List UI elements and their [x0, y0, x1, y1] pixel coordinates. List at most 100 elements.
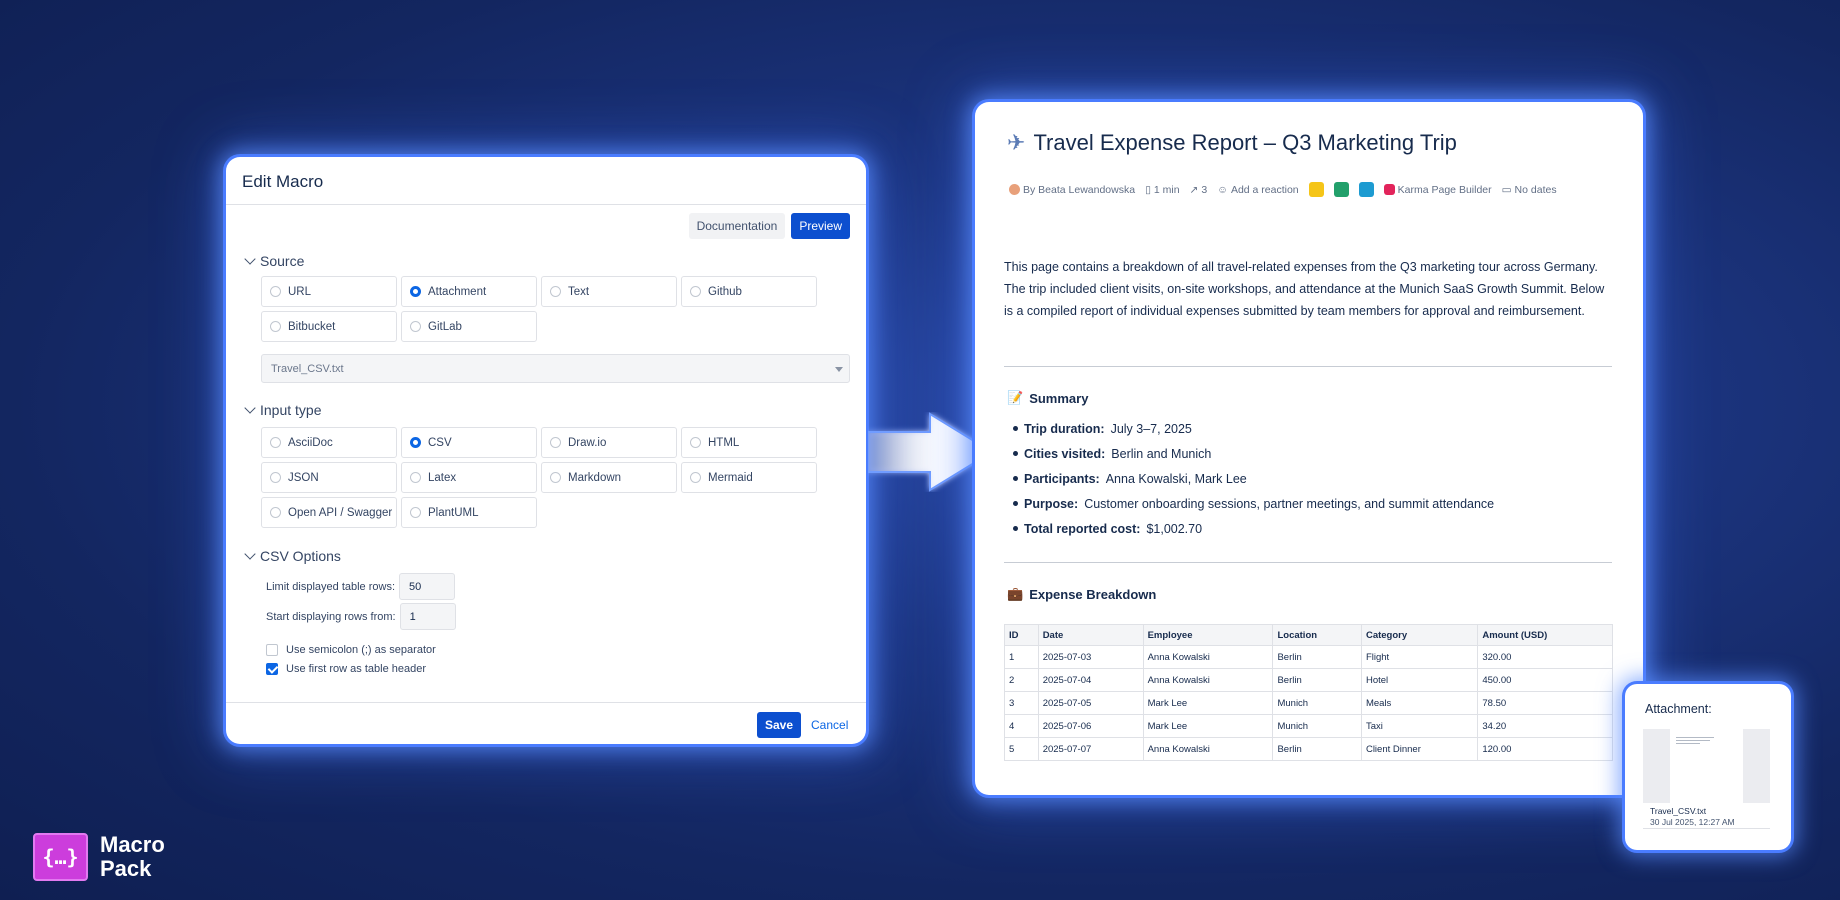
table-row: 1 2025-07-03 Anna Kowalski Berlin Flight 320.…	[1004, 645, 1613, 669]
author[interactable]: By Beata Lewandowska	[1009, 184, 1135, 196]
read-time-value: 1 min	[1153, 183, 1180, 196]
source-option-url[interactable]: URL	[261, 276, 397, 307]
attachment-select[interactable]: Travel_CSV.txt	[261, 354, 850, 383]
summary-item: Total reported cost: $1,002.70	[1013, 516, 1494, 541]
summary-item-label: Purpose:	[1024, 496, 1079, 511]
radio-button[interactable]	[270, 437, 281, 448]
input-type-option-label: CSV	[428, 436, 452, 449]
semicolon-checkbox[interactable]	[266, 644, 278, 656]
radio-button[interactable]	[410, 472, 421, 483]
attachment-file-name[interactable]: Travel_CSV.txt	[1650, 806, 1706, 816]
trend-icon: ↗	[1189, 183, 1199, 196]
input-type-option-html[interactable]: HTML	[681, 427, 817, 458]
source-option-label: Attachment	[428, 285, 487, 298]
start-row-input[interactable]: 1	[399, 603, 456, 630]
radio-button[interactable]	[550, 472, 561, 483]
page-title: Travel Expense Report – Q3 Marketing Tri…	[1033, 130, 1457, 155]
expense-breakdown-heading: Expense Breakdown	[1029, 586, 1157, 602]
source-option-github[interactable]: Github	[681, 276, 817, 307]
document-preview	[1670, 729, 1743, 803]
table-cell: Berlin	[1272, 645, 1362, 669]
radio-button[interactable]	[410, 507, 421, 518]
add-reaction-button[interactable]: ☺ Add a reaction	[1217, 184, 1298, 196]
input-type-option-latex[interactable]: Latex	[401, 462, 537, 493]
memo-icon: 📝	[1007, 390, 1024, 405]
radio-button[interactable]	[270, 286, 281, 297]
source-option-label: Github	[708, 285, 742, 298]
divider	[1004, 366, 1612, 367]
app-icon-yellow[interactable]	[1308, 182, 1324, 197]
brand-name-line2: Pack	[100, 856, 152, 881]
radio-button[interactable]	[550, 286, 561, 297]
radio-button[interactable]	[410, 321, 421, 332]
table-cell: 78.50	[1477, 691, 1613, 715]
input-type-option-json[interactable]: JSON	[261, 462, 397, 493]
table-header-cell: Location	[1272, 624, 1362, 646]
input-type-options: AsciiDoc CSV Draw.io HTML JSON Latex Markdown M…	[261, 427, 817, 528]
source-option-label: Text	[568, 285, 590, 298]
avatar	[1009, 184, 1020, 195]
radio-button[interactable]	[690, 286, 701, 297]
radio-button[interactable]	[270, 507, 281, 518]
preview-button[interactable]: Preview	[791, 213, 850, 239]
radio-button[interactable]	[410, 286, 421, 297]
table-row: 5 2025-07-07 Anna Kowalski Berlin Client Din…	[1004, 737, 1613, 761]
brand-name-line1: Macro	[100, 832, 165, 857]
summary-item-label: Participants:	[1024, 471, 1100, 486]
page-views[interactable]: ↗ 3	[1190, 184, 1208, 196]
input-type-option-draw-io[interactable]: Draw.io	[541, 427, 677, 458]
source-option-label: URL	[288, 285, 312, 298]
header-row-label: Use first row as table header	[286, 663, 427, 675]
input-type-section-toggle[interactable]: Input type	[244, 402, 322, 418]
limit-rows-label: Limit displayed table rows:	[266, 580, 396, 593]
input-type-option-plantuml[interactable]: PlantUML	[401, 497, 537, 528]
attachment-thumbnail[interactable]	[1643, 729, 1770, 803]
karma-page-builder[interactable]: Karma Page Builder	[1383, 184, 1492, 196]
radio-button[interactable]	[410, 437, 421, 448]
save-button[interactable]: Save	[757, 712, 802, 738]
table-cell: 2025-07-03	[1037, 645, 1144, 669]
documentation-button[interactable]: Documentation	[688, 213, 786, 239]
summary-item-value: Anna Kowalski, Mark Lee	[1105, 471, 1247, 486]
table-cell: 5	[1004, 737, 1039, 761]
summary-item: Participants: Anna Kowalski, Mark Lee	[1013, 466, 1494, 491]
radio-button[interactable]	[690, 437, 701, 448]
cancel-button[interactable]: Cancel	[811, 718, 848, 732]
summary-item: Trip duration: July 3–7, 2025	[1013, 416, 1494, 441]
input-type-option-csv[interactable]: CSV	[401, 427, 537, 458]
page-byline: By Beata Lewandowska ▯ 1 min ↗ 3 ☺ Add a…	[1009, 182, 1557, 197]
dates[interactable]: ▭ No dates	[1502, 184, 1557, 196]
source-heading: Source	[260, 253, 305, 269]
app-icon-blue[interactable]	[1358, 182, 1374, 197]
input-type-option-asciidoc[interactable]: AsciiDoc	[261, 427, 397, 458]
table-header-cell: Date	[1037, 624, 1144, 646]
limit-rows-input[interactable]: 50	[399, 573, 456, 600]
table-cell: Hotel	[1360, 668, 1479, 692]
source-option-text[interactable]: Text	[541, 276, 677, 307]
header-row-checkbox[interactable]	[266, 663, 278, 675]
radio-button[interactable]	[270, 321, 281, 332]
table-cell: Anna Kowalski	[1142, 668, 1274, 692]
table-cell: Meals	[1360, 691, 1479, 715]
app-icon-green-check[interactable]	[1333, 182, 1349, 197]
chevron-down-icon	[244, 253, 256, 265]
table-cell: Berlin	[1272, 737, 1362, 761]
source-option-gitlab[interactable]: GitLab	[401, 311, 537, 342]
csv-options-section-toggle[interactable]: CSV Options	[244, 548, 341, 564]
table-cell: Berlin	[1272, 668, 1362, 692]
attachment-label: Attachment:	[1645, 702, 1712, 716]
table-header-cell: ID	[1004, 624, 1039, 646]
input-type-option-markdown[interactable]: Markdown	[541, 462, 677, 493]
table-cell: Client Dinner	[1360, 737, 1479, 761]
radio-button[interactable]	[550, 437, 561, 448]
source-option-bitbucket[interactable]: Bitbucket	[261, 311, 397, 342]
table-cell: 450.00	[1477, 668, 1613, 692]
input-type-option-open-api-swagger[interactable]: Open API / Swagger	[261, 497, 397, 528]
table-row: 4 2025-07-06 Mark Lee Munich Taxi 34.20	[1004, 714, 1613, 738]
input-type-option-mermaid[interactable]: Mermaid	[681, 462, 817, 493]
radio-button[interactable]	[690, 472, 701, 483]
source-section-toggle[interactable]: Source	[244, 253, 305, 269]
input-type-option-label: HTML	[708, 436, 740, 449]
source-option-attachment[interactable]: Attachment	[401, 276, 537, 307]
radio-button[interactable]	[270, 472, 281, 483]
